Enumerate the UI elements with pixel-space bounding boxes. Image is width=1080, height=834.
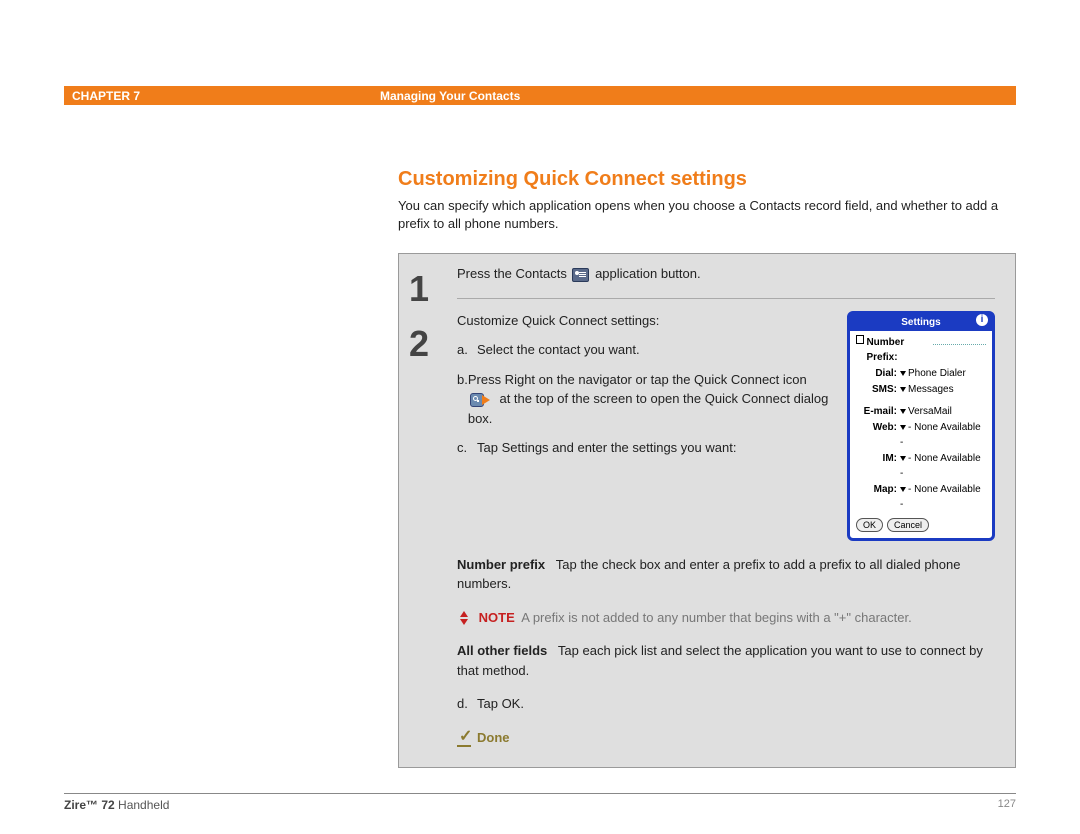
sub-c-letter: c. xyxy=(457,438,477,458)
page-header: CHAPTER 7 Managing Your Contacts xyxy=(64,86,1016,105)
note-para: NOTE A prefix is not added to any number… xyxy=(457,608,995,628)
chevron-down-icon[interactable] xyxy=(900,487,906,492)
note-label: NOTE xyxy=(479,610,515,625)
step-2-text: Customize Quick Connect settings: a. Sel… xyxy=(457,311,831,541)
chevron-down-icon[interactable] xyxy=(900,425,906,430)
note-text: A prefix is not added to any number that… xyxy=(521,610,911,625)
map-label: Map: xyxy=(856,482,900,512)
all-other-fields-para: All other fields Tap each pick list and … xyxy=(457,641,995,680)
dial-value: Phone Dialer xyxy=(908,368,966,379)
device-rest: Handheld xyxy=(115,798,170,812)
number-prefix-checkbox[interactable] xyxy=(856,335,864,344)
sub-d-letter: d. xyxy=(457,694,477,714)
settings-title: Settings xyxy=(850,314,992,331)
step-number-1: 1 xyxy=(409,264,457,318)
sub-c-text: Tap Settings and enter the settings you … xyxy=(477,438,736,458)
chevron-down-icon[interactable] xyxy=(900,387,906,392)
steps-box: 1 2 Press the Contacts application butto… xyxy=(398,253,1016,768)
chevron-down-icon[interactable] xyxy=(900,409,906,414)
number-prefix-para: Number prefix Tap the check box and ente… xyxy=(457,555,995,594)
sub-a-text: Select the contact you want. xyxy=(477,340,640,360)
sms-value: Messages xyxy=(908,384,954,395)
step-body: Press the Contacts application button. C… xyxy=(457,254,1015,767)
content: Customizing Quick Connect settings You c… xyxy=(398,168,1016,768)
web-label: Web: xyxy=(856,420,900,450)
info-icon: i xyxy=(976,314,988,326)
map-value: - None Available - xyxy=(900,484,981,510)
done-row: Done xyxy=(457,728,995,748)
sub-b-letter: b. xyxy=(457,370,468,429)
note-icon xyxy=(457,611,471,625)
section-title: Customizing Quick Connect settings xyxy=(398,168,1016,191)
number-prefix-label: Number Prefix: xyxy=(866,335,932,365)
step-number-2: 2 xyxy=(409,319,457,373)
intro-text: You can specify which application opens … xyxy=(398,197,1016,233)
im-label: IM: xyxy=(856,451,900,481)
step-1-b: application button. xyxy=(595,266,701,281)
sub-a-letter: a. xyxy=(457,340,477,360)
contacts-icon xyxy=(572,268,589,282)
ok-button[interactable]: OK xyxy=(856,518,883,532)
step-numbers: 1 2 xyxy=(399,254,457,767)
footer-device: Zire™ 72 Handheld xyxy=(64,798,169,812)
sub-d-text: Tap OK. xyxy=(477,694,524,714)
cancel-button[interactable]: Cancel xyxy=(887,518,929,532)
step-2-lead: Customize Quick Connect settings: xyxy=(457,311,831,331)
sms-label: SMS: xyxy=(856,382,900,397)
aof-inline-label: All other fields xyxy=(457,643,547,658)
section-label: Managing Your Contacts xyxy=(380,89,520,103)
done-text: Done xyxy=(477,728,510,748)
settings-screenshot: Settings i Number Prefix: Dial: Phone Dia… xyxy=(847,311,995,541)
page-number: 127 xyxy=(998,798,1016,812)
dial-label: Dial: xyxy=(856,366,900,381)
email-value: VersaMail xyxy=(908,406,952,417)
number-prefix-input[interactable] xyxy=(933,335,986,345)
chapter-label: CHAPTER 7 xyxy=(72,89,140,103)
quick-connect-icon xyxy=(470,393,494,407)
chevron-down-icon[interactable] xyxy=(900,371,906,376)
done-check-icon xyxy=(457,731,471,745)
im-value: - None Available - xyxy=(900,453,981,479)
step-1-text: Press the Contacts application button. xyxy=(457,264,995,284)
number-prefix-row: Number Prefix: xyxy=(856,335,986,365)
sub-b-2: at the top of the screen to open the Qui… xyxy=(468,391,828,426)
web-value: - None Available - xyxy=(900,422,981,448)
device-bold: Zire™ 72 xyxy=(64,798,115,812)
page-footer: Zire™ 72 Handheld 127 xyxy=(64,793,1016,812)
sub-b-1: Press Right on the navigator or tap the … xyxy=(468,372,807,387)
email-label: E-mail: xyxy=(856,404,900,419)
step-1-a: Press the Contacts xyxy=(457,266,570,281)
np-inline-label: Number prefix xyxy=(457,557,545,572)
sub-b-text: Press Right on the navigator or tap the … xyxy=(468,370,831,429)
chevron-down-icon[interactable] xyxy=(900,456,906,461)
